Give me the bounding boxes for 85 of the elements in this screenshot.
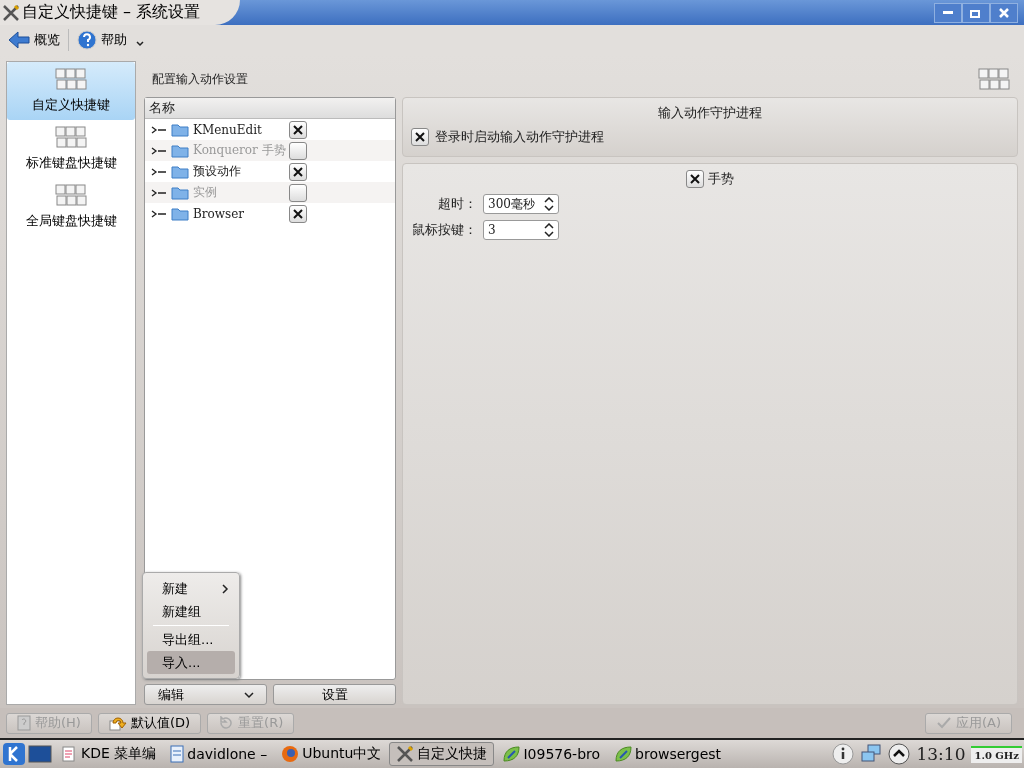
cpu-frequency: 1.0 GHz bbox=[971, 745, 1022, 763]
spin-arrows-icon bbox=[544, 197, 554, 211]
expand-arrow-icon[interactable] bbox=[151, 145, 167, 156]
taskbar-button[interactable]: browsergest bbox=[608, 742, 728, 766]
close-icon bbox=[998, 7, 1010, 18]
spin-box[interactable]: 3 bbox=[483, 220, 559, 240]
expand-arrow-icon[interactable] bbox=[151, 208, 167, 219]
checkbox-label: 登录时启动输入动作守护进程 bbox=[435, 128, 604, 146]
menu-editor-icon bbox=[60, 745, 78, 763]
page-title: 配置输入动作设置 bbox=[152, 70, 248, 88]
sidebar-item[interactable]: 全局键盘快捷键 bbox=[7, 178, 135, 236]
expand-arrow-icon[interactable] bbox=[151, 124, 167, 135]
maximize-icon bbox=[970, 7, 982, 18]
desktop-icon[interactable] bbox=[28, 745, 52, 763]
info-icon[interactable] bbox=[832, 743, 855, 765]
cross-icon bbox=[291, 122, 305, 137]
network-icon[interactable] bbox=[860, 743, 883, 765]
taskbar-button[interactable]: KDE 菜单编 bbox=[54, 742, 163, 766]
keyboard-icon bbox=[55, 68, 87, 90]
checkbox[interactable] bbox=[289, 120, 307, 139]
cross-icon bbox=[291, 206, 305, 221]
keyboard-icon bbox=[55, 126, 87, 148]
close-button[interactable] bbox=[990, 2, 1018, 23]
reset-icon bbox=[218, 716, 235, 730]
back-button[interactable]: 概览 bbox=[6, 29, 62, 51]
back-arrow-icon bbox=[8, 31, 30, 49]
cross-icon bbox=[291, 164, 305, 179]
expand-arrow-icon[interactable] bbox=[151, 187, 167, 198]
globe-icon bbox=[281, 745, 300, 763]
folder-icon bbox=[171, 185, 189, 200]
leaf-icon bbox=[502, 745, 521, 763]
edit-dropdown[interactable]: 编辑 bbox=[144, 684, 267, 705]
settings-button[interactable]: 设置 bbox=[273, 684, 396, 705]
taskbar-button[interactable]: 自定义快捷 bbox=[389, 742, 495, 766]
field-label: 超时： bbox=[437, 195, 477, 213]
help-icon bbox=[77, 30, 97, 50]
document-icon bbox=[170, 745, 185, 763]
group-title: 手势 bbox=[708, 170, 734, 188]
menu-item[interactable]: 新建 bbox=[147, 577, 235, 600]
tree-item[interactable]: Browser bbox=[193, 206, 285, 221]
taskbar-button[interactable]: I09576-bro bbox=[496, 742, 607, 766]
group-title: 输入动作守护进程 bbox=[657, 104, 763, 122]
folder-icon bbox=[171, 143, 189, 158]
defaults-button[interactable]: 默认值(D) bbox=[97, 712, 202, 734]
chevron-up-icon[interactable] bbox=[888, 743, 911, 765]
spin-arrows-icon bbox=[544, 223, 554, 237]
spin-box[interactable]: 300毫秒 bbox=[483, 194, 559, 214]
minimize-button[interactable] bbox=[934, 2, 962, 23]
leaf-icon bbox=[614, 745, 633, 763]
checkbox[interactable] bbox=[686, 170, 704, 188]
column-header[interactable]: 名称 bbox=[149, 99, 175, 117]
menu-item[interactable]: 新建组 bbox=[147, 600, 235, 623]
minimize-icon bbox=[943, 11, 953, 14]
help-icon bbox=[17, 715, 31, 731]
clock[interactable]: 13:10 bbox=[916, 744, 966, 764]
menu-item[interactable]: 导入... bbox=[147, 651, 235, 674]
menu-item[interactable]: 导出组... bbox=[147, 628, 235, 651]
tools-icon bbox=[396, 745, 415, 763]
maximize-button[interactable] bbox=[962, 2, 990, 23]
cross-icon bbox=[688, 172, 702, 186]
tree-item[interactable]: 预设动作 bbox=[193, 163, 285, 180]
tools-icon bbox=[2, 3, 20, 22]
taskbar-button[interactable]: davidlone – bbox=[164, 742, 274, 766]
chevron-right-icon bbox=[221, 583, 229, 594]
chevron-down-icon bbox=[243, 690, 254, 699]
checkbox[interactable] bbox=[411, 128, 429, 146]
checkbox[interactable] bbox=[289, 162, 307, 181]
keyboard-icon bbox=[978, 68, 1010, 90]
undo-icon bbox=[108, 715, 127, 731]
checkbox[interactable] bbox=[289, 204, 307, 223]
taskbar-button[interactable]: Ubuntu中文 bbox=[275, 742, 388, 766]
help-button[interactable]: 帮助 bbox=[75, 28, 129, 52]
sidebar-item[interactable]: 自定义快捷键 bbox=[7, 62, 135, 120]
field-label: 鼠标按键： bbox=[411, 221, 477, 239]
kde-menu-icon[interactable] bbox=[2, 742, 26, 766]
folder-icon bbox=[171, 164, 189, 179]
sidebar-item[interactable]: 标准键盘快捷键 bbox=[7, 120, 135, 178]
expand-arrow-icon[interactable] bbox=[151, 166, 167, 177]
folder-icon bbox=[171, 122, 189, 137]
folder-icon bbox=[171, 206, 189, 221]
tree-item[interactable]: KMenuEdit bbox=[193, 122, 285, 137]
cross-icon bbox=[413, 130, 427, 144]
checkmark-icon bbox=[935, 716, 952, 730]
window-title: 自定义快捷键 – 系统设置 bbox=[22, 2, 201, 23]
keyboard-icon bbox=[55, 184, 87, 206]
